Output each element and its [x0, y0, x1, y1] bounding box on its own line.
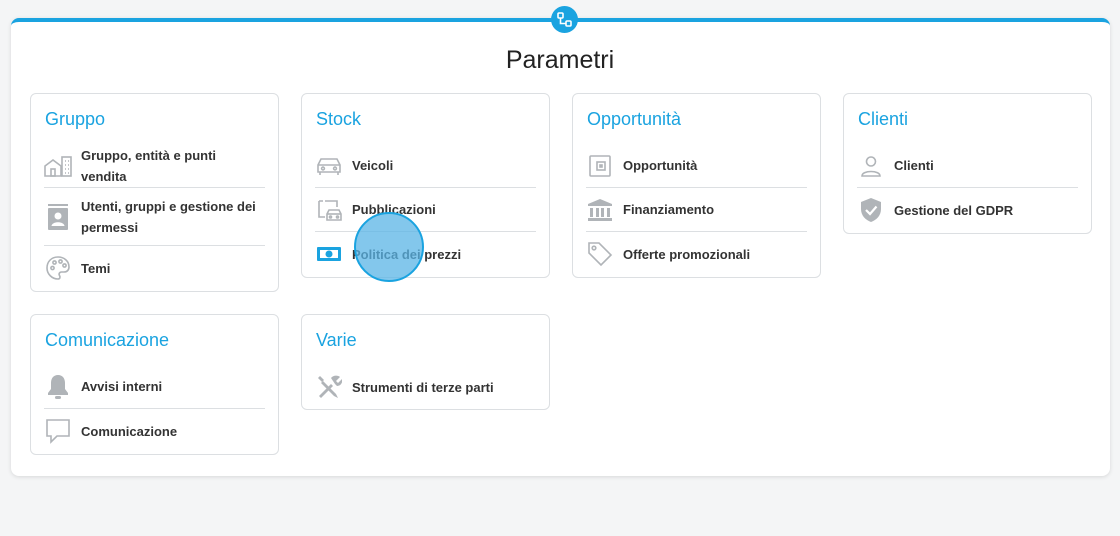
item-opportunita[interactable]: Opportunità: [586, 144, 807, 188]
item-offerte-promozionali[interactable]: Offerte promozionali: [586, 232, 807, 276]
item-temi[interactable]: Temi: [44, 246, 265, 290]
network-icon: [551, 6, 578, 33]
banknote-icon: [315, 240, 343, 268]
card-title-varie: Varie: [316, 330, 357, 350]
item-label: Veicoli: [352, 158, 394, 173]
bank-icon: [586, 196, 614, 224]
item-label: Offerte promozionali: [623, 246, 751, 262]
item-finanziamento[interactable]: Finanziamento: [586, 188, 807, 232]
item-label: Gestione del GDPR: [894, 202, 1014, 218]
item-avvisi-interni[interactable]: Avvisi interni: [44, 365, 265, 409]
item-label: Comunicazione: [81, 423, 178, 439]
shield-check-icon: [857, 196, 885, 224]
click-indicator: [354, 212, 424, 282]
item-label: Gruppo, entità e punti vendita: [81, 147, 217, 184]
card-clienti: Clienti Clienti Gestione del GDPR: [843, 93, 1092, 234]
item-veicoli[interactable]: Veicoli: [315, 144, 536, 188]
item-label: Strumenti di terze parti: [352, 379, 494, 395]
item-label: Opportunità: [623, 158, 698, 173]
opportunity-icon: [586, 152, 614, 180]
card-title-clienti: Clienti: [858, 109, 909, 129]
card-gruppo: Gruppo Gruppo, entità e punti vendita Ut…: [30, 93, 279, 292]
user-badge-icon: [44, 203, 72, 231]
car-icon: [315, 152, 343, 180]
card-comunicazione: Comunicazione Avvisi interni Comunicazio…: [30, 314, 279, 455]
card-title-opportunita: Opportunità: [587, 109, 682, 129]
item-clienti[interactable]: Clienti: [857, 144, 1078, 188]
building-icon: [44, 152, 72, 180]
item-pubblicazioni[interactable]: Pubblicazioni: [315, 188, 536, 232]
bell-icon: [44, 373, 72, 401]
card-opportunita: Opportunità Opportunità Finanziamento Of…: [572, 93, 821, 278]
item-strumenti-terze-parti[interactable]: Strumenti di terze parti: [315, 365, 536, 409]
speech-bubble-icon: [44, 417, 72, 445]
item-utenti-gruppi-permessi[interactable]: Utenti, gruppi e gestione dei permessi: [44, 188, 265, 246]
person-icon: [857, 152, 885, 180]
tag-icon: [586, 240, 614, 268]
item-label: Clienti: [894, 158, 934, 173]
item-label: Temi: [81, 260, 111, 276]
item-politica-dei-prezzi[interactable]: Politica dei prezzi: [315, 232, 536, 276]
card-varie: Varie Strumenti di terze parti: [301, 314, 550, 410]
car-screen-icon: [315, 196, 343, 224]
item-comunicazione[interactable]: Comunicazione: [44, 409, 265, 453]
palette-icon: [44, 254, 72, 282]
card-stock: Stock Veicoli Pubblicazioni prezzi: [301, 93, 550, 278]
item-label: Finanziamento: [623, 202, 715, 217]
item-label: Utenti, gruppi e gestione dei permessi: [81, 198, 256, 235]
page-title: Parametri: [505, 46, 615, 74]
item-gestione-gdpr[interactable]: Gestione del GDPR: [857, 188, 1078, 232]
item-gruppo-entita-punti-vendita[interactable]: Gruppo, entità e punti vendita: [44, 144, 265, 188]
tools-icon: [315, 373, 343, 401]
card-title-comunicazione: Comunicazione: [45, 330, 170, 350]
item-label: Avvisi interni: [81, 379, 163, 394]
card-title-gruppo: Gruppo: [45, 109, 106, 129]
card-title-stock: Stock: [316, 109, 362, 129]
